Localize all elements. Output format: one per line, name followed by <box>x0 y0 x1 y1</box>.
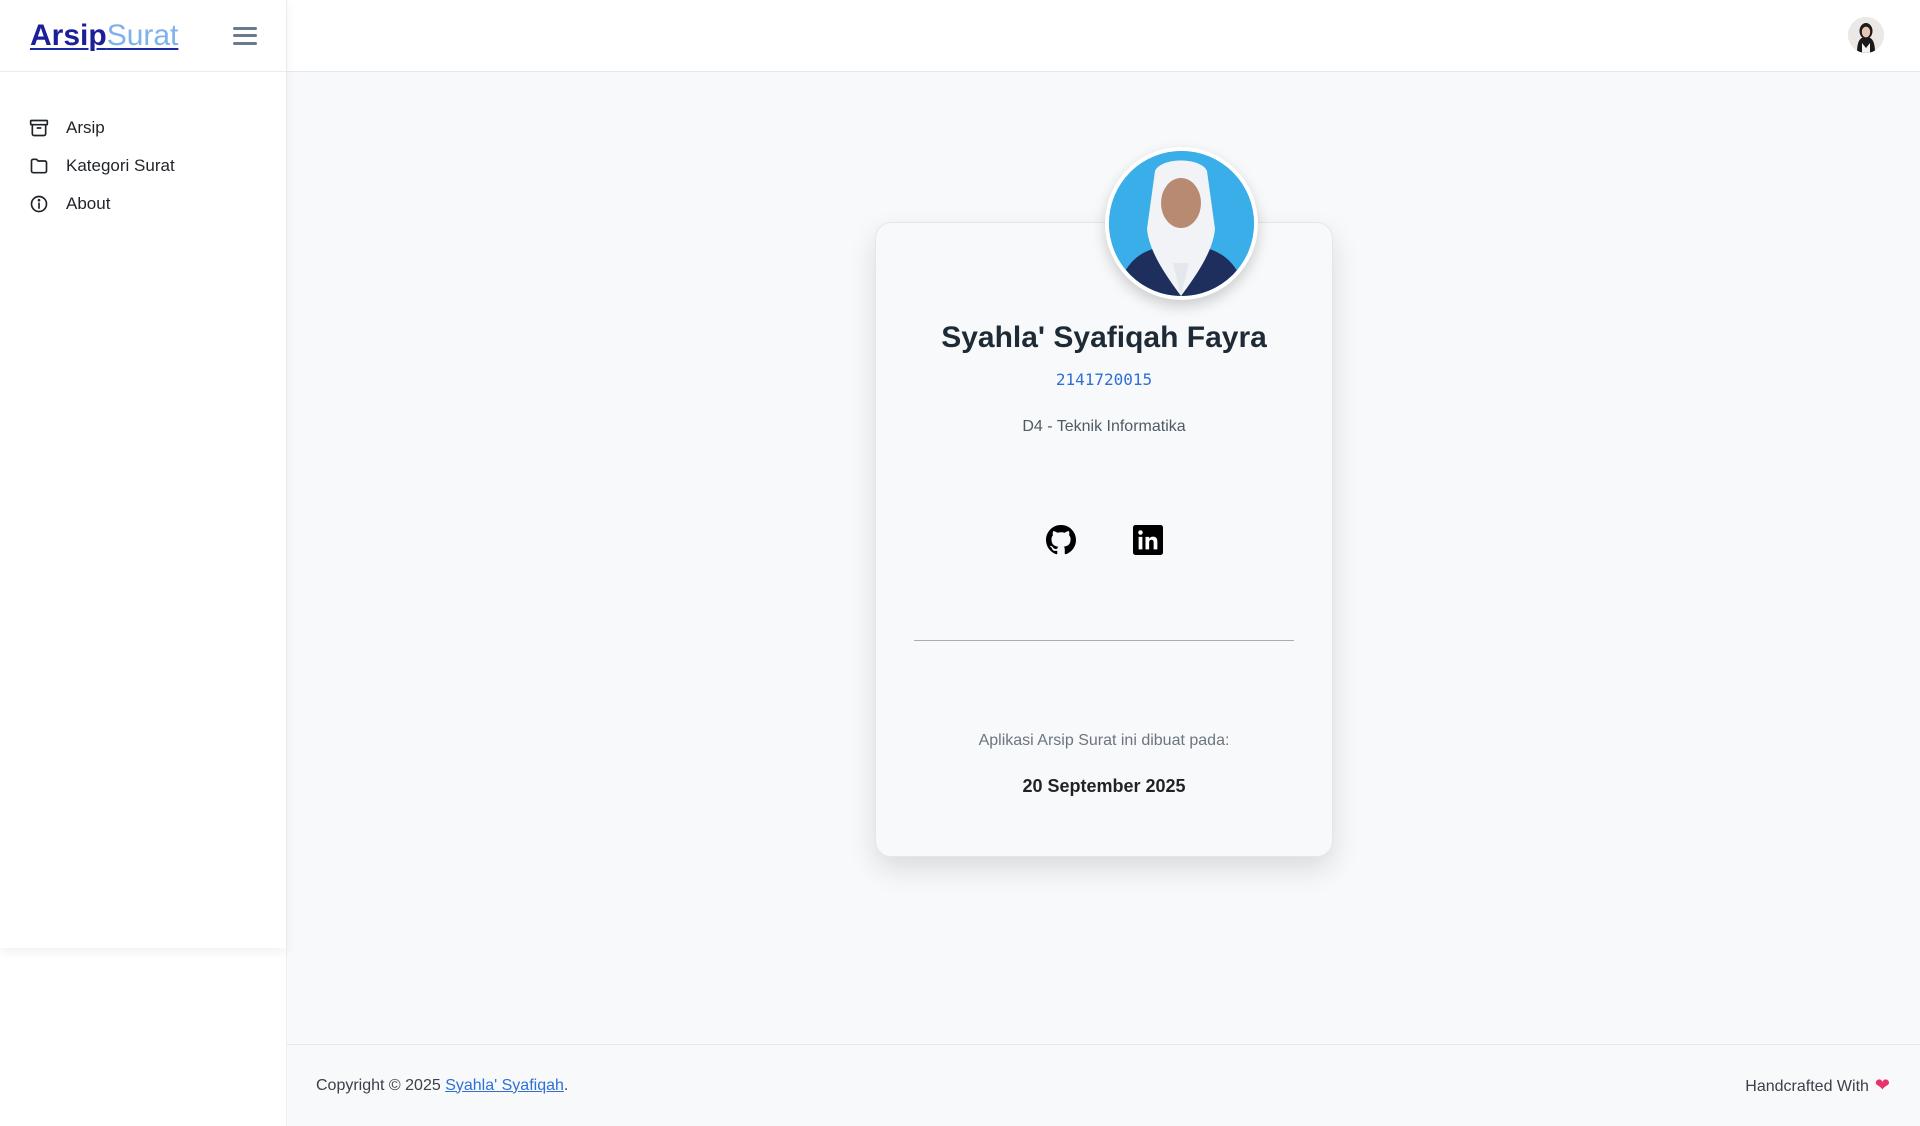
sidebar-item-arsip[interactable]: Arsip <box>0 109 286 147</box>
sidebar-item-kategori-surat[interactable]: Kategori Surat <box>0 147 286 185</box>
profile-name: Syahla' Syafiqah Fayra <box>941 321 1267 354</box>
archive-icon <box>29 118 49 138</box>
topbar <box>287 0 1920 72</box>
linkedin-icon <box>1132 525 1163 555</box>
github-link[interactable] <box>1045 525 1076 555</box>
brand-logo[interactable]: Arsip Surat <box>30 19 178 53</box>
sidebar-menu: Arsip Kategori Surat About <box>0 109 286 223</box>
footer: Copyright © 2025 Syahla' Syafiqah. Handc… <box>287 1044 1920 1126</box>
copyright-prefix: Copyright © 2025 <box>316 1076 446 1094</box>
sidebar-item-about[interactable]: About <box>0 185 286 223</box>
profile-nim: 2141720015 <box>1055 370 1153 389</box>
folder-icon <box>29 156 49 176</box>
made-on-date: 20 September 2025 <box>1022 776 1186 796</box>
brand-bar: Arsip Surat <box>0 0 286 72</box>
github-icon <box>1045 525 1076 555</box>
sidebar-item-label: Kategori Surat <box>66 156 175 175</box>
brand-part-1: Arsip <box>30 18 107 52</box>
profile-program: D4 - Teknik Informatika <box>1022 418 1186 435</box>
about-card: Syahla' Syafiqah Fayra 2141720015 D4 - T… <box>875 222 1333 857</box>
author-link[interactable]: Syahla' Syafiqah <box>445 1077 564 1094</box>
sidebar-item-label: About <box>66 194 111 213</box>
heart-icon: ❤ <box>1874 1075 1890 1095</box>
handcrafted-text: Handcrafted With <box>1745 1078 1869 1095</box>
user-avatar[interactable] <box>1848 17 1884 53</box>
info-icon <box>29 194 49 214</box>
sidebar-item-label: Arsip <box>66 118 105 137</box>
sidebar-bottom-area <box>0 948 287 1126</box>
social-links <box>876 525 1332 555</box>
made-on-label: Aplikasi Arsip Surat ini dibuat pada: <box>978 732 1230 749</box>
hamburger-menu-icon[interactable] <box>232 25 258 47</box>
linkedin-link[interactable] <box>1132 525 1163 555</box>
copyright-suffix: . <box>563 1076 569 1094</box>
brand-part-2: Surat <box>106 18 179 52</box>
sidebar: Arsip Surat Arsip Kategori Surat About <box>0 0 287 948</box>
card-divider <box>914 640 1294 641</box>
copyright: Copyright © 2025 Syahla' Syafiqah. <box>316 1077 568 1095</box>
handcrafted-note: Handcrafted With ❤ <box>1745 1075 1890 1096</box>
profile-photo <box>1105 147 1258 300</box>
